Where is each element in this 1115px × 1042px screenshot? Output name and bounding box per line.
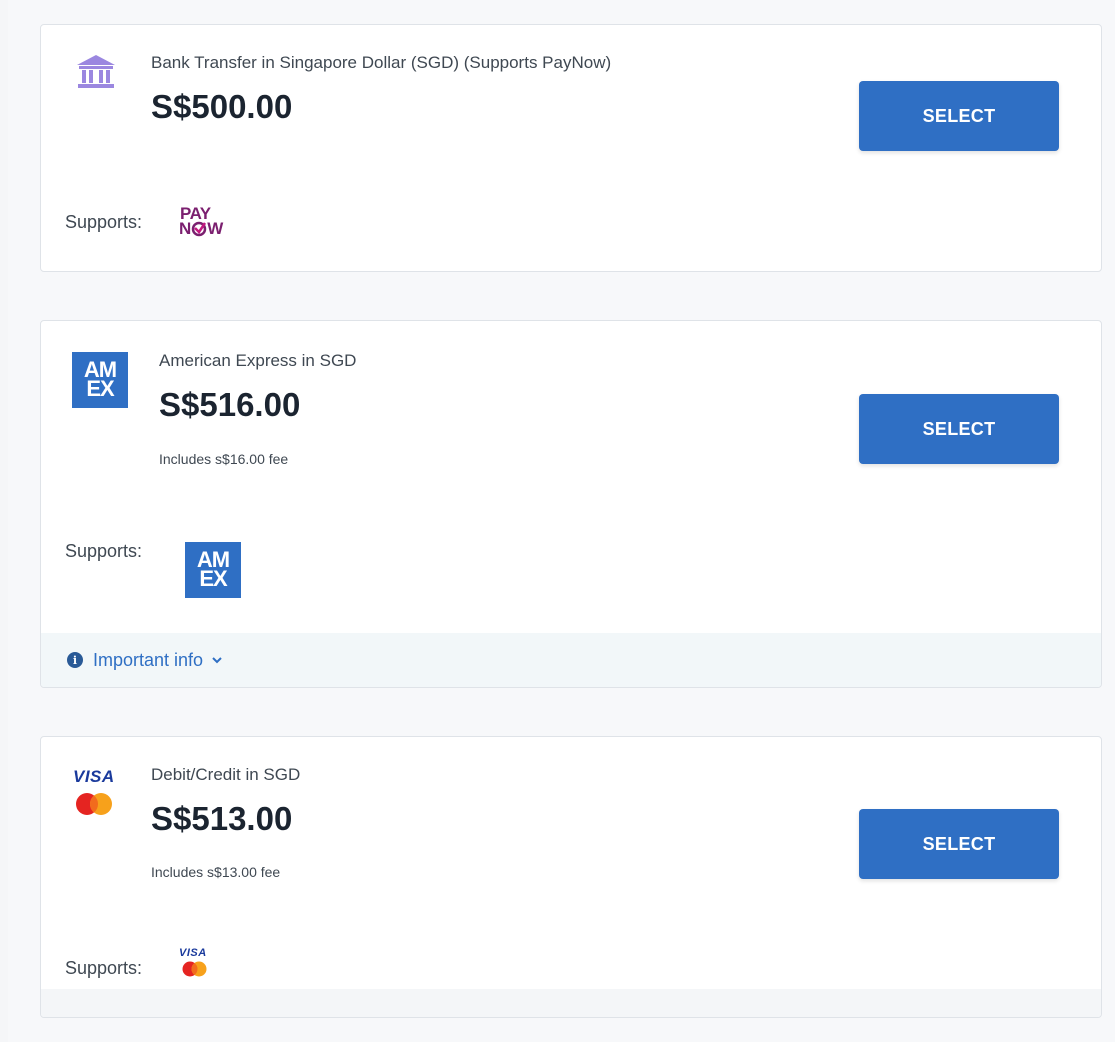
method-price: S$513.00 [151,800,293,837]
method-price: S$516.00 [159,386,301,423]
payment-methods-list: Bank Transfer in Singapore Dollar (SGD) … [8,0,1115,1042]
method-fee: Includes s$13.00 fee [151,864,281,880]
important-info-toggle[interactable]: i Important info [41,633,1101,687]
chevron-down-icon [212,657,222,664]
method-name: American Express in SGD [159,351,357,370]
method-name: Debit/Credit in SGD [151,765,301,784]
payment-method-card-debit-credit: VISA Debit/Credit in SGD S$513.00 Includ… [40,736,1102,1018]
mastercard-logo-small [182,961,207,977]
select-button-bank-transfer[interactable]: SELECT [859,81,1059,151]
paynow-logo-w: W [207,219,224,238]
amex-icon: AM EX [72,352,128,408]
method-price: S$500.00 [151,88,293,125]
card-footer-strip [41,989,1101,1017]
paynow-logo: PAY N W [179,205,239,245]
amex-icon-bottom: EX [86,376,114,401]
supports-visa-mastercard: VISA [179,947,215,987]
info-icon: i [67,652,83,668]
select-button-debit-credit[interactable]: SELECT [859,809,1059,879]
method-name: Bank Transfer in Singapore Dollar (SGD) … [151,53,612,72]
visa-logo: VISA [73,767,115,786]
bank-icon [77,55,115,88]
supports-label: Supports: [65,541,143,561]
mastercard-icon [76,793,112,815]
payment-method-card-amex: AM EX American Express in SGD S$516.00 I… [40,320,1102,688]
payment-method-card-bank-transfer: Bank Transfer in Singapore Dollar (SGD) … [40,24,1102,272]
supports-label: Supports: [65,212,143,232]
select-button-amex[interactable]: SELECT [859,394,1059,464]
paynow-check-icon [192,221,207,236]
amex-logo: AM EX [185,542,241,598]
visa-mastercard-icon: VISA [73,767,123,823]
supports-label: Supports: [65,958,143,978]
method-fee: Includes s$16.00 fee [159,451,289,467]
amex-logo-bottom: EX [199,566,227,591]
important-info-label: Important info [93,649,204,670]
visa-logo-small: VISA [179,947,207,959]
paynow-logo-n: N [179,219,192,238]
